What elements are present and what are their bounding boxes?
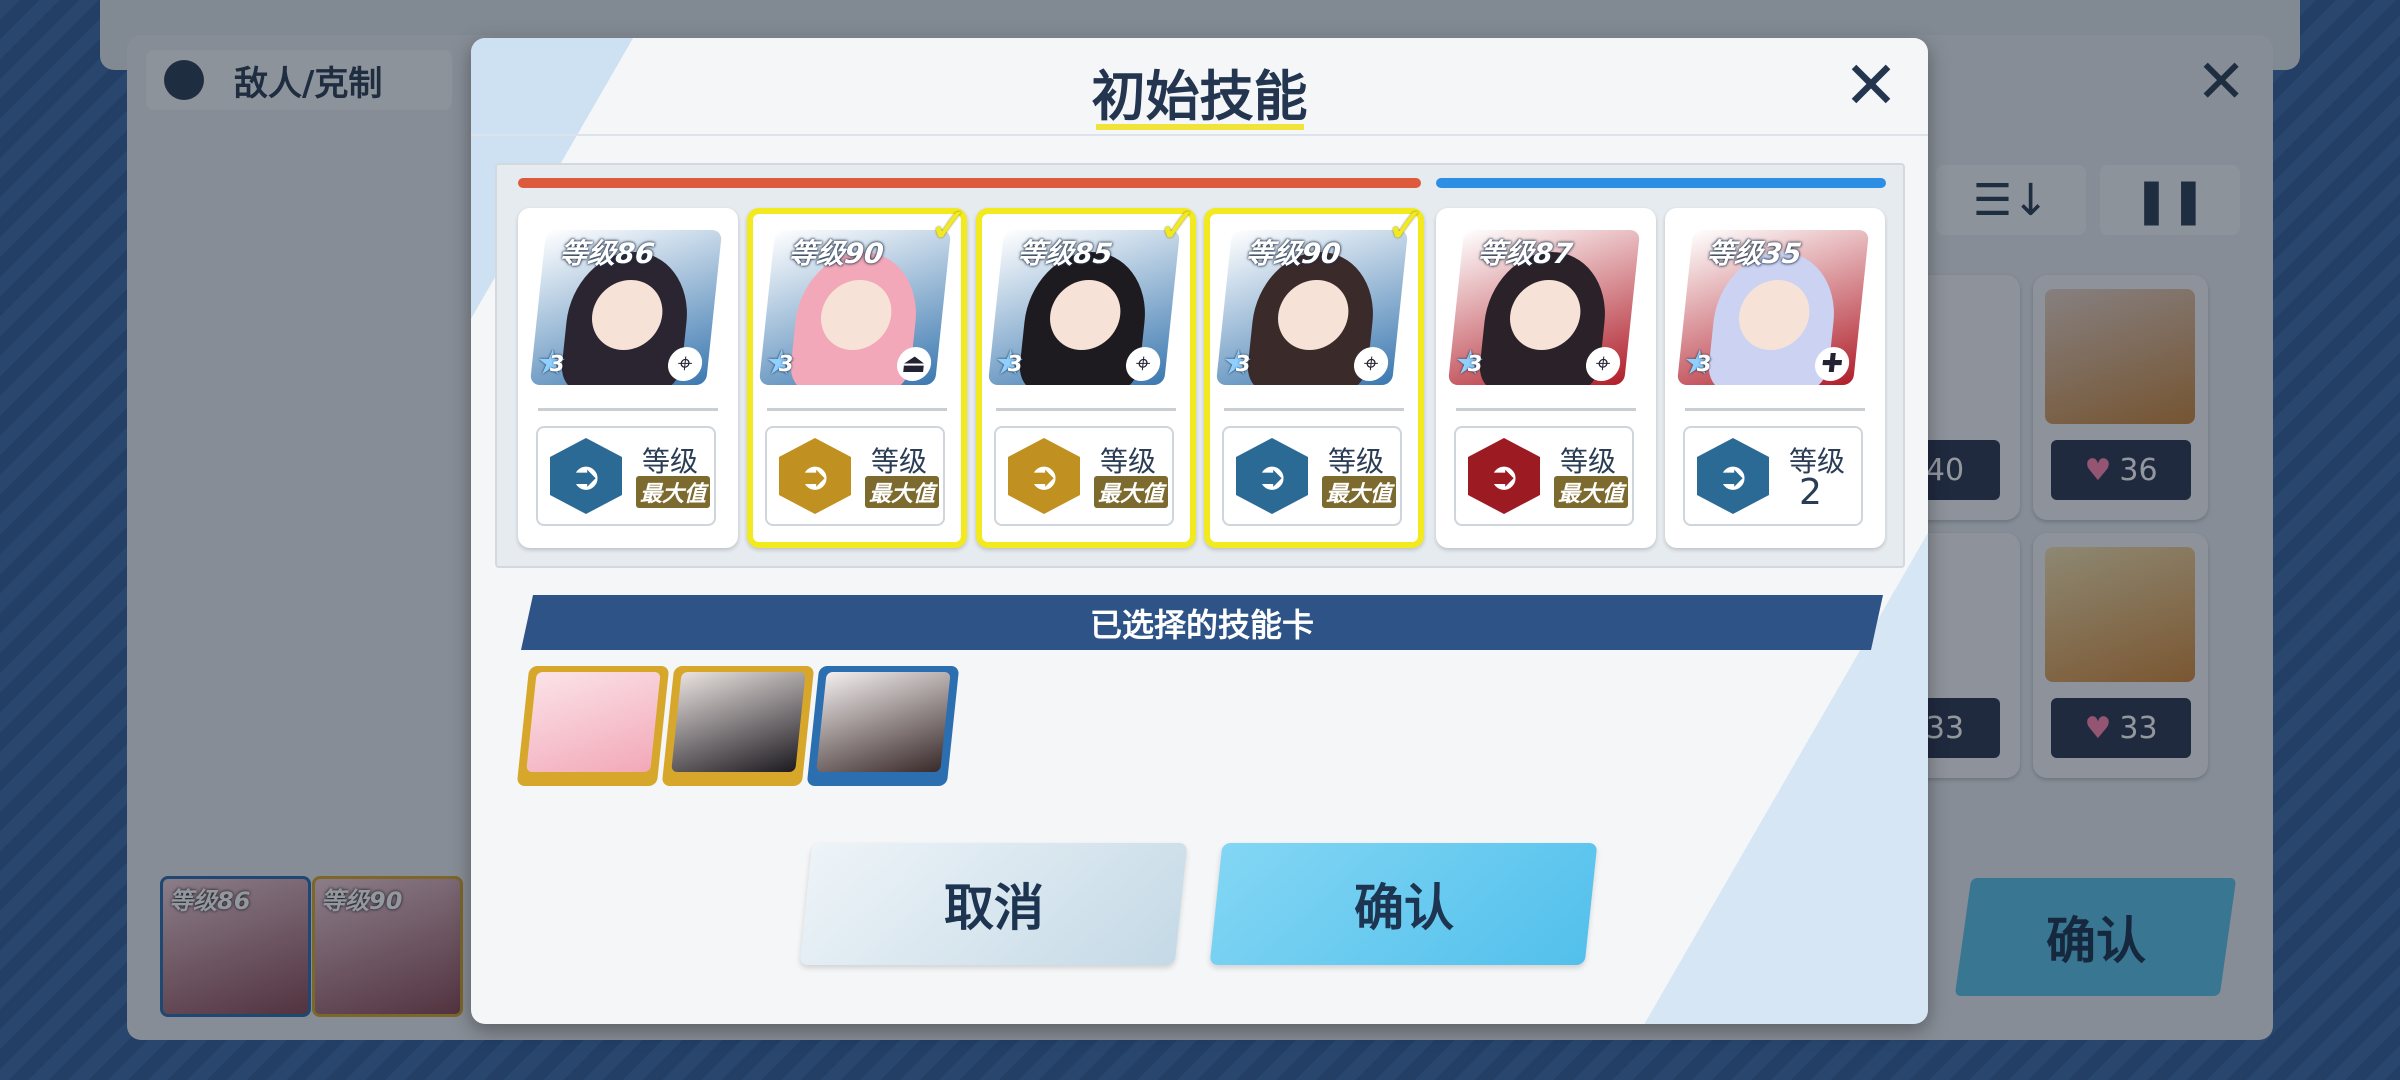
selected-skill-cards-header: 已选择的技能卡 xyxy=(521,595,1883,650)
skill-level-value: 最大值 xyxy=(1322,476,1397,508)
character-portrait: 等级85 ★ 3 ⌖ xyxy=(987,230,1181,385)
character-level: 等级85 xyxy=(1015,237,1115,270)
character-level: 等级87 xyxy=(1475,237,1575,270)
skill-level-value: 最大值 xyxy=(865,476,940,508)
character-portrait: 等级35 ★ 3 ✚ xyxy=(1676,230,1870,385)
star-icon: ★ 3 xyxy=(1681,343,1716,383)
skill-box: ➲ 等级 2 xyxy=(1683,426,1863,526)
character-level: 等级90 xyxy=(1243,237,1343,270)
skill-level-label: 等级 xyxy=(642,445,699,478)
star-count: 3 xyxy=(1694,352,1713,377)
checkmark-icon: ✓ xyxy=(1385,198,1426,254)
star-icon: ★ 3 xyxy=(1220,343,1255,383)
star-count: 3 xyxy=(1233,352,1252,377)
star-count: 3 xyxy=(1465,352,1484,377)
formation-slot[interactable]: 等级86 xyxy=(160,876,311,1017)
heart-icon: ♥ xyxy=(2084,710,2112,746)
character-portrait: 等级90 ★ 3 ⌖ xyxy=(1215,230,1409,385)
skill-box: ➲ 等级 最大值 xyxy=(765,426,945,526)
skill-icon: ➲ xyxy=(1697,438,1769,514)
skill-icon: ➲ xyxy=(1008,438,1080,514)
card-divider xyxy=(538,408,718,411)
title-divider xyxy=(471,134,1928,136)
character-card[interactable]: 等级87 ★ 3 ⌖ ➲ 等级 最大值 xyxy=(1436,208,1656,548)
card-divider xyxy=(1685,408,1865,411)
striker-team-bar xyxy=(518,178,1421,188)
character-card[interactable]: 等级90 ★ 3 ⌖ ➲ 等级 最大值 ✓ xyxy=(1204,198,1426,548)
star-icon: ★ 3 xyxy=(534,343,569,383)
skill-icon: ➲ xyxy=(1236,438,1308,514)
checkmark-icon: ✓ xyxy=(928,198,969,254)
affinity-badge: ♥ 36 xyxy=(2051,440,2191,500)
window-close-icon[interactable]: ✕ xyxy=(2196,52,2246,112)
character-card[interactable]: 等级86 ★ 3 ⌖ ➲ 等级 最大值 xyxy=(518,208,738,548)
enemy-counter-label: 敌人/克制 xyxy=(234,63,383,104)
character-portrait: 等级86 ★ 3 ⌖ xyxy=(529,230,723,385)
heart-icon: ♥ xyxy=(2084,452,2112,488)
enemy-icon xyxy=(164,60,204,100)
skill-box: ➲ 等级 最大值 xyxy=(994,426,1174,526)
skill-box: ➲ 等级 最大值 xyxy=(1222,426,1402,526)
character-level: 等级90 xyxy=(786,237,886,270)
background-confirm-button[interactable]: 确认 xyxy=(1954,878,2237,996)
character-portrait: 等级90 ★ 3 ⏏ xyxy=(758,230,952,385)
pause-button[interactable]: ❚❚ xyxy=(2100,165,2240,235)
affinity-badge: ♥ 33 xyxy=(2051,698,2191,758)
card-divider xyxy=(996,408,1176,411)
skill-level-value: 最大值 xyxy=(636,476,711,508)
selected-card-portrait xyxy=(816,672,951,772)
special-team-bar xyxy=(1436,178,1886,188)
star-count: 3 xyxy=(776,352,795,377)
selected-skill-card[interactable] xyxy=(516,666,670,786)
formation-slot[interactable]: 等级90 xyxy=(312,876,463,1017)
title-underline xyxy=(1096,124,1304,130)
dialog-title: 初始技能 xyxy=(1091,65,1308,128)
skill-level-value: 最大值 xyxy=(1554,476,1629,508)
roster-portrait xyxy=(2045,289,2195,424)
skill-level-label: 等级 xyxy=(1100,445,1157,478)
star-icon: ★ 3 xyxy=(763,343,798,383)
skill-level-value: 最大值 xyxy=(1094,476,1169,508)
card-divider xyxy=(1224,408,1404,411)
confirm-button[interactable]: 确认 xyxy=(1209,843,1598,965)
skill-box: ➲ 等级 最大值 xyxy=(1454,426,1634,526)
initial-skill-dialog: 初始技能 ✕ 等级86 ★ 3 ⌖ ➲ 等级 最大值 等级90 ★ 3 ⏏ ➲ 等级 最大值 ✓ 等级85 ★ 3… xyxy=(471,38,1928,1024)
star-icon: ★ 3 xyxy=(992,343,1027,383)
star-icon: ★ 3 xyxy=(1452,343,1487,383)
enemy-counter-tag[interactable]: 敌人/克制 xyxy=(146,50,452,110)
selected-card-portrait xyxy=(671,672,806,772)
skill-icon: ➲ xyxy=(1468,438,1540,514)
character-card[interactable]: 等级90 ★ 3 ⏏ ➲ 等级 最大值 ✓ xyxy=(747,198,969,548)
checkmark-icon: ✓ xyxy=(1157,198,1198,254)
character-portrait: 等级87 ★ 3 ⌖ xyxy=(1447,230,1641,385)
character-level: 等级35 xyxy=(1704,237,1804,270)
skill-box: ➲ 等级 最大值 xyxy=(536,426,716,526)
skill-level-value: 2 xyxy=(1799,472,1822,513)
sort-button[interactable]: ☰↓ xyxy=(1936,165,2086,235)
selected-skill-card[interactable] xyxy=(806,666,960,786)
roster-card[interactable]: ♥ 33 xyxy=(2033,533,2208,778)
star-count: 3 xyxy=(547,352,566,377)
cancel-button[interactable]: 取消 xyxy=(799,843,1188,965)
skill-level-label: 等级 xyxy=(1328,445,1385,478)
star-count: 3 xyxy=(1005,352,1024,377)
skill-level-label: 等级 xyxy=(871,445,928,478)
character-card[interactable]: 等级35 ★ 3 ✚ ➲ 等级 2 xyxy=(1665,208,1885,548)
selected-skill-card[interactable] xyxy=(661,666,815,786)
card-divider xyxy=(767,408,947,411)
roster-portrait xyxy=(2045,547,2195,682)
skill-icon: ➲ xyxy=(550,438,622,514)
close-icon[interactable]: ✕ xyxy=(1841,53,1901,119)
character-level: 等级86 xyxy=(557,237,657,270)
card-divider xyxy=(1456,408,1636,411)
skill-level-label: 等级 xyxy=(1560,445,1617,478)
skill-icon: ➲ xyxy=(779,438,851,514)
roster-card[interactable]: ♥ 36 xyxy=(2033,275,2208,520)
character-card[interactable]: 等级85 ★ 3 ⌖ ➲ 等级 最大值 ✓ xyxy=(976,198,1198,548)
selected-card-portrait xyxy=(526,672,661,772)
